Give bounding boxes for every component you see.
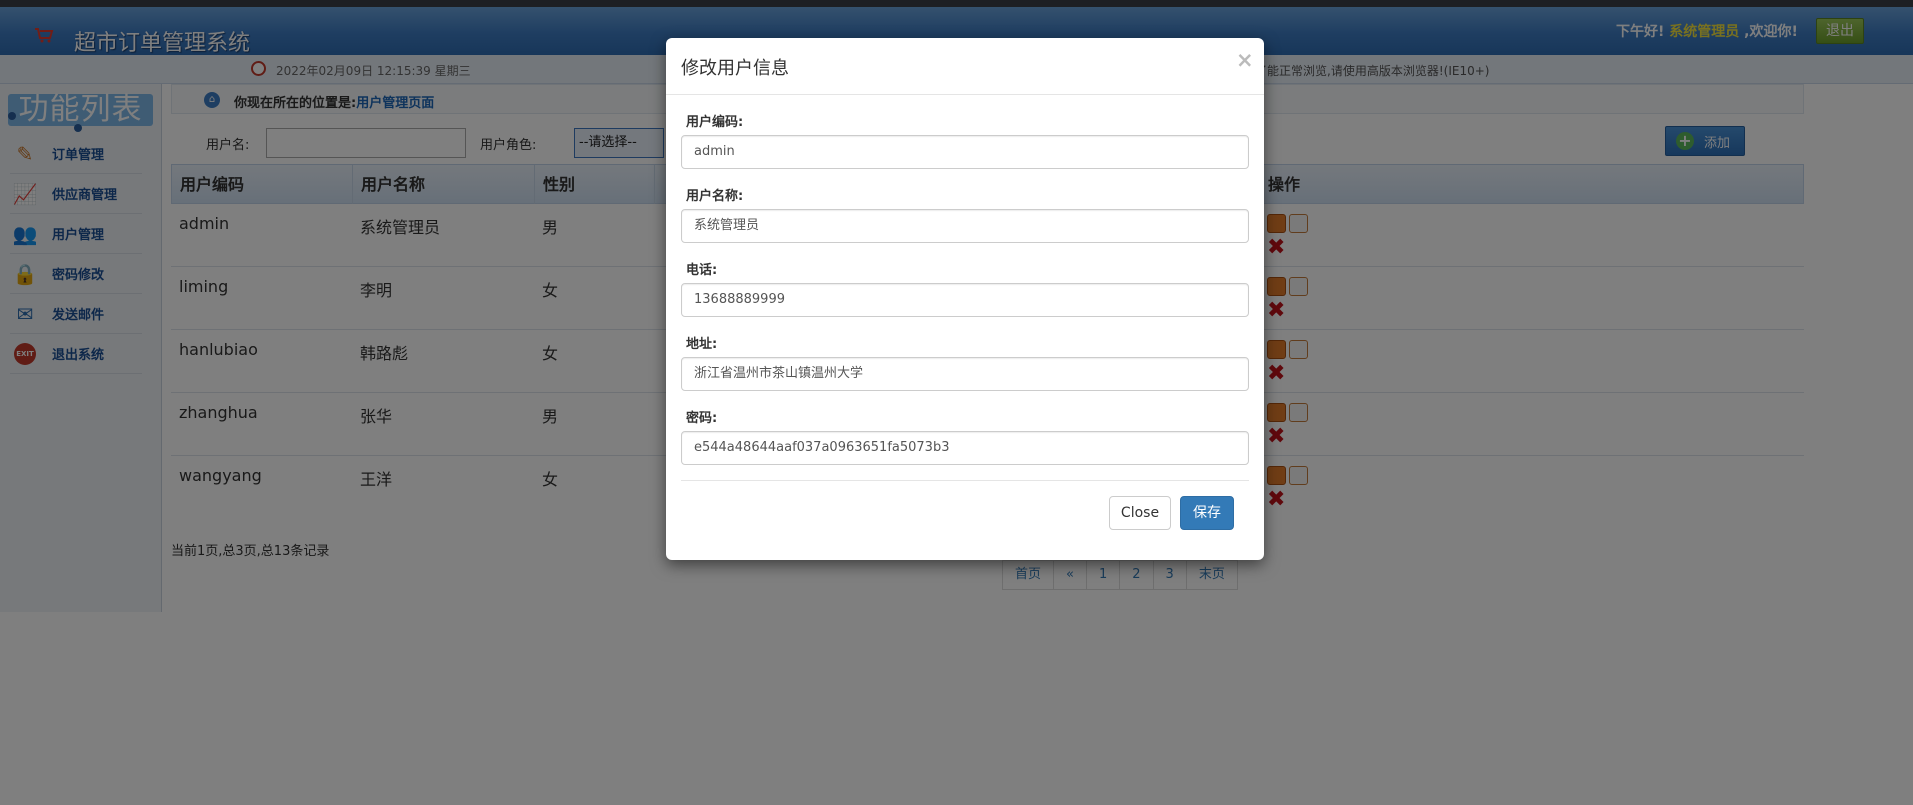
close-button[interactable]: Close: [1109, 496, 1171, 530]
user-code-label: 用户编码:: [686, 115, 744, 130]
address-label: 地址:: [686, 337, 718, 352]
field-phone: 电话: 13688889999: [681, 259, 1249, 317]
modal-title: 修改用户信息: [681, 58, 789, 79]
phone-label: 电话:: [686, 263, 718, 278]
password-input[interactable]: e544a48644aaf037a0963651fa5073b3: [681, 431, 1249, 465]
password-label: 密码:: [686, 411, 718, 426]
modal-header: 修改用户信息 ×: [666, 38, 1264, 95]
phone-input[interactable]: 13688889999: [681, 283, 1249, 317]
field-address: 地址: 浙江省温州市茶山镇温州大学: [681, 333, 1249, 391]
field-password: 密码: e544a48644aaf037a0963651fa5073b3: [681, 407, 1249, 465]
modal-footer-divider: [681, 480, 1249, 481]
user-code-input[interactable]: admin: [681, 135, 1249, 169]
address-input[interactable]: 浙江省温州市茶山镇温州大学: [681, 357, 1249, 391]
user-name-label: 用户名称:: [686, 189, 744, 204]
edit-user-modal: 修改用户信息 × 用户编码: admin 用户名称: 系统管理员 电话: 136…: [666, 38, 1264, 560]
save-button[interactable]: 保存: [1180, 496, 1234, 530]
user-name-input[interactable]: 系统管理员: [681, 209, 1249, 243]
close-icon[interactable]: ×: [1236, 50, 1254, 71]
field-user-name: 用户名称: 系统管理员: [681, 185, 1249, 243]
field-user-code: 用户编码: admin: [681, 111, 1249, 169]
